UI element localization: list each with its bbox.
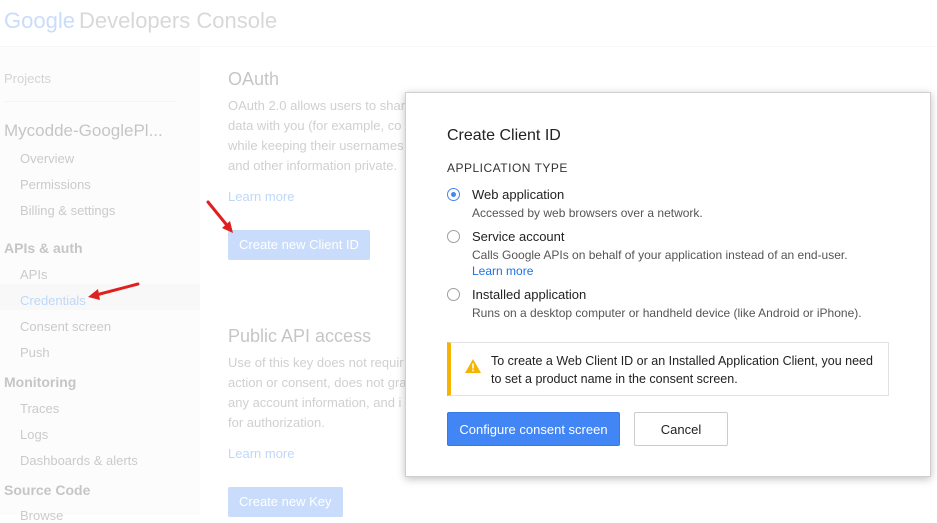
web-application-label[interactable]: Web application [472,187,564,202]
oauth-description: OAuth 2.0 allows users to share data wit… [228,96,408,176]
create-client-id-button[interactable]: Create new Client ID [228,230,370,260]
sidebar-item-logs[interactable]: Logs [20,427,48,442]
dialog-title: Create Client ID [447,127,561,144]
consent-warning-box: To create a Web Client ID or an Installe… [447,342,889,396]
oauth-text-line: data with you (for example, co [228,118,402,133]
sidebar-item-dashboards[interactable]: Dashboards & alerts [20,453,138,468]
annotation-arrow-icon [88,282,140,300]
public-api-description: Use of this key does not requir action o… [228,353,408,433]
installed-application-desc: Runs on a desktop computer or handheld d… [472,306,862,320]
create-new-key-button[interactable]: Create new Key [228,487,343,517]
create-client-id-dialog: Create Client ID APPLICATION TYPE Web ap… [405,92,931,477]
sidebar-item-overview[interactable]: Overview [20,151,74,166]
oauth-text-line: OAuth 2.0 allows users to share [228,98,408,113]
warning-triangle-icon [465,359,481,373]
annotation-arrow-icon [206,200,233,233]
oauth-text-line: and other information private. [228,158,398,173]
sidebar-item-apis[interactable]: APIs [20,267,47,282]
sidebar-item-traces[interactable]: Traces [20,401,59,416]
cancel-button[interactable]: Cancel [634,412,728,446]
sidebar-item-credentials[interactable]: Credentials [20,293,86,308]
top-header: Google Developers Console [0,0,937,47]
sidebar-section-monitoring[interactable]: Monitoring [4,374,76,390]
sidebar-divider [4,101,176,102]
public-learn-more-link[interactable]: Learn more [228,446,294,461]
service-account-radio[interactable] [447,230,460,243]
google-wordmark: Google [4,8,75,33]
warning-text: To create a Web Client ID or an Installe… [491,354,873,386]
sidebar-project-name[interactable]: Mycodde-GooglePl... [4,121,163,141]
public-api-title: Public API access [228,326,372,346]
service-account-learn-more-link[interactable]: Learn more [472,264,533,278]
sidebar-item-browse[interactable]: Browse [20,508,63,523]
console-logo[interactable]: Google Developers Console [4,8,277,34]
configure-consent-screen-button[interactable]: Configure consent screen [447,412,620,446]
web-application-radio[interactable] [447,188,460,201]
application-type-label: APPLICATION TYPE [447,161,568,175]
oauth-text-line: while keeping their usernames [228,138,404,153]
public-text-line: any account information, and i [228,395,402,410]
service-account-desc: Calls Google APIs on behalf of your appl… [472,248,848,262]
sidebar-section-apis[interactable]: APIs & auth [4,240,83,256]
product-name: Developers Console [78,8,278,33]
service-account-label[interactable]: Service account [472,229,565,244]
sidebar-section-source-code[interactable]: Source Code [4,482,90,498]
installed-application-label[interactable]: Installed application [472,287,586,302]
sidebar-projects-link[interactable]: Projects [4,71,51,86]
sidebar-item-consent-screen[interactable]: Consent screen [20,319,111,334]
sidebar-item-permissions[interactable]: Permissions [20,177,91,192]
public-text-line: Use of this key does not requir [228,355,404,370]
public-text-line: action or consent, does not gra [228,375,407,390]
sidebar-item-billing[interactable]: Billing & settings [20,203,115,218]
oauth-title: OAuth [228,69,280,89]
public-text-line: for authorization. [228,415,325,430]
sidebar-item-push[interactable]: Push [20,345,50,360]
installed-application-radio[interactable] [447,288,460,301]
web-application-desc: Accessed by web browsers over a network. [472,206,703,220]
